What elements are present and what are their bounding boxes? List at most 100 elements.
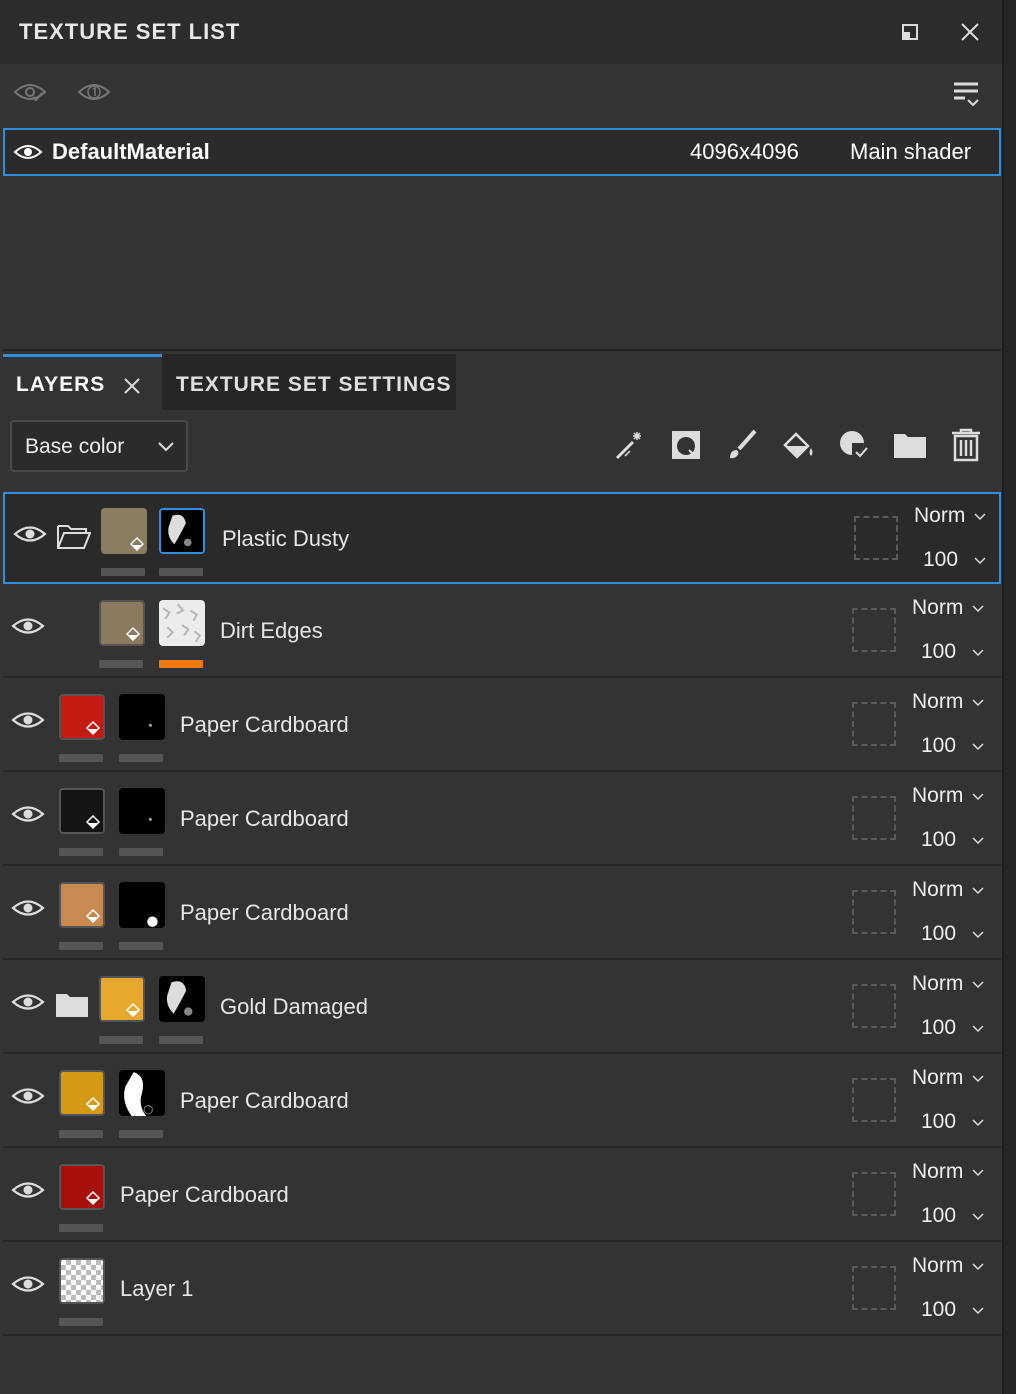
eye-settings-button[interactable] bbox=[12, 74, 48, 110]
chevron-down-icon bbox=[972, 743, 984, 751]
add-effect-button[interactable] bbox=[612, 427, 648, 463]
texture-set-row[interactable]: DefaultMaterial 4096x4096 Main shader bbox=[3, 128, 1001, 176]
add-mask-button[interactable] bbox=[668, 427, 704, 463]
visibility-toggle[interactable] bbox=[11, 1084, 47, 1108]
layer-name[interactable]: Paper Cardboard bbox=[180, 1088, 349, 1114]
layer-row[interactable]: Paper Cardboard Norm 100 bbox=[3, 774, 1001, 866]
add-paint-layer-button[interactable] bbox=[724, 427, 760, 463]
folder-open-icon[interactable] bbox=[57, 524, 92, 550]
blend-mode-dropdown[interactable]: Norm bbox=[912, 1066, 963, 1090]
visibility-toggle[interactable] bbox=[11, 990, 47, 1014]
opacity-value[interactable]: 100 bbox=[921, 1204, 956, 1228]
close-panel-button[interactable] bbox=[956, 18, 984, 46]
visibility-toggle[interactable] bbox=[11, 1178, 47, 1202]
blend-mode-dropdown[interactable]: Norm bbox=[912, 972, 963, 996]
blend-mode-dropdown[interactable]: Norm bbox=[912, 596, 963, 620]
layer-mask-thumbnail[interactable] bbox=[159, 600, 205, 646]
opacity-value[interactable]: 100 bbox=[921, 640, 956, 664]
opacity-value[interactable]: 100 bbox=[921, 1016, 956, 1040]
visibility-toggle[interactable] bbox=[11, 614, 47, 638]
mask-slot[interactable] bbox=[852, 1172, 896, 1216]
layer-color-thumbnail[interactable] bbox=[59, 1164, 105, 1210]
color-channel-bar bbox=[59, 1130, 103, 1138]
mask-slot[interactable] bbox=[852, 608, 896, 652]
add-fill-layer-button[interactable] bbox=[780, 427, 816, 463]
layer-row[interactable]: Paper Cardboard Norm 100 bbox=[3, 868, 1001, 960]
layer-row[interactable]: Plastic Dusty Norm 100 bbox=[3, 492, 1001, 584]
mask-slot[interactable] bbox=[852, 702, 896, 746]
layer-mask-thumbnail[interactable] bbox=[159, 508, 205, 554]
tab-close-button[interactable] bbox=[121, 375, 145, 399]
visibility-toggle[interactable] bbox=[13, 522, 49, 546]
blend-mode-dropdown[interactable]: Norm bbox=[912, 690, 963, 714]
opacity-value[interactable]: 100 bbox=[921, 828, 956, 852]
layer-name[interactable]: Dirt Edges bbox=[220, 618, 323, 644]
chevron-down-icon bbox=[972, 1119, 984, 1127]
add-smart-material-button[interactable] bbox=[836, 427, 872, 463]
delete-layer-button[interactable] bbox=[948, 427, 984, 463]
layer-name[interactable]: Layer 1 bbox=[120, 1276, 193, 1302]
mask-slot[interactable] bbox=[852, 1078, 896, 1122]
layer-color-thumbnail[interactable] bbox=[99, 976, 145, 1022]
layer-color-thumbnail[interactable] bbox=[59, 788, 105, 834]
layer-color-thumbnail[interactable] bbox=[99, 600, 145, 646]
list-menu-button[interactable] bbox=[948, 76, 984, 112]
layer-color-thumbnail[interactable] bbox=[59, 882, 105, 928]
layer-name[interactable]: Paper Cardboard bbox=[180, 712, 349, 738]
blend-mode-dropdown[interactable]: Norm bbox=[914, 504, 965, 528]
blend-mode-dropdown[interactable]: Norm bbox=[912, 1160, 963, 1184]
tab-layers[interactable]: LAYERS bbox=[3, 354, 162, 410]
blend-mode-dropdown[interactable]: Norm bbox=[912, 1254, 963, 1278]
mask-slot[interactable] bbox=[852, 1266, 896, 1310]
visibility-toggle[interactable] bbox=[11, 1272, 47, 1296]
layer-mask-thumbnail[interactable] bbox=[119, 882, 165, 928]
visibility-toggle[interactable] bbox=[11, 708, 47, 732]
mask-channel-bar bbox=[119, 1130, 163, 1138]
texture-set-shader[interactable]: Main shader bbox=[850, 139, 971, 165]
layer-mask-thumbnail[interactable] bbox=[119, 788, 165, 834]
layer-row[interactable]: Dirt Edges Norm 100 bbox=[3, 586, 1001, 678]
visibility-toggle[interactable] bbox=[11, 896, 47, 920]
solo-view-button[interactable] bbox=[76, 74, 112, 110]
opacity-value[interactable]: 100 bbox=[921, 922, 956, 946]
layer-mask-thumbnail[interactable] bbox=[119, 694, 165, 740]
mask-slot[interactable] bbox=[852, 890, 896, 934]
blend-mode-dropdown[interactable]: Norm bbox=[912, 784, 963, 808]
chevron-down-icon bbox=[974, 557, 986, 565]
channel-dropdown[interactable]: Base color bbox=[10, 420, 188, 472]
layer-row[interactable]: Layer 1 Norm 100 bbox=[3, 1244, 1001, 1336]
opacity-value[interactable]: 100 bbox=[921, 1110, 956, 1134]
opacity-value[interactable]: 100 bbox=[921, 734, 956, 758]
layer-row[interactable]: Paper Cardboard Norm 100 bbox=[3, 1056, 1001, 1148]
opacity-value[interactable]: 100 bbox=[923, 548, 958, 572]
blend-mode-dropdown[interactable]: Norm bbox=[912, 878, 963, 902]
eye-one-icon bbox=[77, 84, 111, 100]
mask-slot[interactable] bbox=[854, 516, 898, 560]
layer-color-thumbnail[interactable] bbox=[59, 694, 105, 740]
window-edge bbox=[1002, 0, 1016, 1394]
visibility-toggle[interactable] bbox=[11, 802, 47, 826]
layer-color-thumbnail[interactable] bbox=[59, 1258, 105, 1304]
opacity-value[interactable]: 100 bbox=[921, 1298, 956, 1322]
layer-name[interactable]: Plastic Dusty bbox=[222, 526, 349, 552]
layer-row[interactable]: Paper Cardboard Norm 100 bbox=[3, 1150, 1001, 1242]
maximize-button[interactable] bbox=[896, 18, 924, 46]
add-folder-button[interactable] bbox=[892, 427, 928, 463]
layer-name[interactable]: Paper Cardboard bbox=[180, 900, 349, 926]
layer-name[interactable]: Paper Cardboard bbox=[180, 806, 349, 832]
tab-texture-set-settings[interactable]: TEXTURE SET SETTINGS bbox=[162, 354, 456, 410]
layer-row[interactable]: Paper Cardboard Norm 100 bbox=[3, 680, 1001, 772]
mask-slot[interactable] bbox=[852, 984, 896, 1028]
panel-title: TEXTURE SET LIST bbox=[19, 19, 241, 44]
layer-color-thumbnail[interactable] bbox=[59, 1070, 105, 1116]
mask-slot[interactable] bbox=[852, 796, 896, 840]
layer-color-thumbnail[interactable] bbox=[101, 508, 147, 554]
layer-name[interactable]: Gold Damaged bbox=[220, 994, 368, 1020]
folder-icon[interactable] bbox=[55, 992, 89, 1018]
layer-row[interactable]: Gold Damaged Norm 100 bbox=[3, 962, 1001, 1054]
panel-divider bbox=[3, 349, 1001, 351]
chevron-down-icon bbox=[972, 837, 984, 845]
layer-name[interactable]: Paper Cardboard bbox=[120, 1182, 289, 1208]
layer-mask-thumbnail[interactable] bbox=[159, 976, 205, 1022]
layer-mask-thumbnail[interactable] bbox=[119, 1070, 165, 1116]
